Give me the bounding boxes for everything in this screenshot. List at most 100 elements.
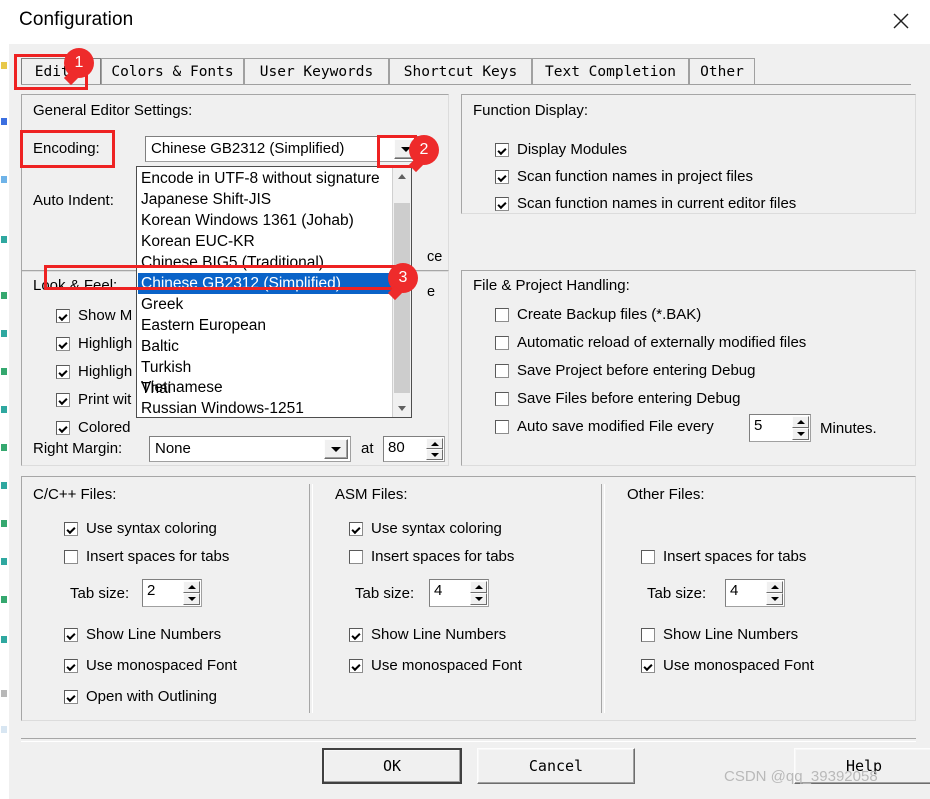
right-margin-at-spinner[interactable]: 80 — [383, 436, 445, 462]
auto-save-minutes-label: Minutes. — [820, 420, 877, 437]
c-show-line-numbers-checkbox[interactable] — [64, 628, 78, 642]
other-tab-size-spinner[interactable]: 4 — [725, 579, 785, 607]
encoding-dropdown-list[interactable]: Encode in UTF-8 without signature Japane… — [136, 166, 412, 418]
asm-show-line-numbers-label: Show Line Numbers — [371, 626, 507, 643]
c-syntax-coloring-checkbox[interactable] — [64, 522, 78, 536]
dropdown-item-11[interactable]: Vietnamese — [138, 377, 392, 398]
asm-monospaced-checkbox[interactable] — [349, 659, 363, 673]
asm-tab-size-spinner-buttons[interactable] — [470, 581, 487, 605]
colored-checkbox[interactable] — [56, 421, 70, 435]
highlight-2-checkbox[interactable] — [56, 365, 70, 379]
asm-show-line-numbers-checkbox[interactable] — [349, 628, 363, 642]
dropdown-item-2[interactable]: Korean Windows 1361 (Johab) — [138, 210, 392, 231]
save-files-debug-checkbox[interactable] — [495, 392, 509, 406]
c-monospaced-checkbox[interactable] — [64, 659, 78, 673]
annotation-box-selected-item — [44, 265, 409, 290]
tab-user-keywords[interactable]: User Keywords — [244, 58, 389, 85]
tab-shortcut-keys[interactable]: Shortcut Keys — [389, 58, 532, 85]
c-tab-size-spinner-buttons[interactable] — [183, 581, 200, 605]
caret-up-icon — [474, 585, 483, 589]
other-show-line-numbers-checkbox[interactable] — [641, 628, 655, 642]
dropdown-item-7[interactable]: Eastern European — [138, 315, 392, 336]
close-button[interactable] — [878, 4, 924, 38]
column-divider-2 — [601, 484, 605, 713]
c-syntax-coloring-label: Use syntax coloring — [86, 520, 217, 537]
create-backup-checkbox[interactable] — [495, 308, 509, 322]
spinner-down-button[interactable] — [426, 449, 443, 460]
auto-reload-checkbox[interactable] — [495, 336, 509, 350]
other-monospaced-checkbox[interactable] — [641, 659, 655, 673]
asm-syntax-coloring-label: Use syntax coloring — [371, 520, 502, 537]
asm-syntax-coloring-checkbox[interactable] — [349, 522, 363, 536]
spinner-up-button[interactable] — [426, 438, 443, 449]
dropdown-item-12[interactable]: Russian Windows-1251 — [138, 398, 392, 417]
save-project-debug-checkbox[interactable] — [495, 364, 509, 378]
spinner-up-button[interactable] — [470, 581, 487, 593]
dialog-body: Editor Colors & Fonts User Keywords Shor… — [9, 44, 930, 799]
spinner-down-button[interactable] — [183, 593, 200, 605]
print-with-checkbox[interactable] — [56, 393, 70, 407]
tab-strip: Editor Colors & Fonts User Keywords Shor… — [21, 58, 911, 85]
show-margin-checkbox[interactable] — [56, 309, 70, 323]
encoding-combobox-value: Chinese GB2312 (Simplified) — [151, 140, 345, 157]
window-title: Configuration — [19, 9, 134, 30]
display-modules-checkbox[interactable] — [495, 143, 509, 157]
scan-project-files-checkbox[interactable] — [495, 170, 509, 184]
spinner-up-button[interactable] — [183, 581, 200, 593]
asm-tab-size-label: Tab size: — [355, 585, 415, 602]
caret-down-icon — [430, 452, 439, 457]
auto-save-spinner-buttons[interactable] — [792, 416, 809, 440]
scrollbar-up-arrow[interactable] — [393, 167, 411, 185]
dropdown-item-6[interactable]: Greek — [138, 294, 392, 315]
other-show-line-numbers-label: Show Line Numbers — [663, 626, 799, 643]
asm-tab-size-spinner[interactable]: 4 — [429, 579, 489, 607]
caret-up-icon — [770, 585, 779, 589]
button-bar-separator — [21, 738, 916, 742]
spinner-up-button[interactable] — [766, 581, 783, 593]
dropdown-item-3[interactable]: Korean EUC-KR — [138, 231, 392, 252]
asm-monospaced-label: Use monospaced Font — [371, 657, 522, 674]
other-tab-size-spinner-buttons[interactable] — [766, 581, 783, 605]
spinner-down-button[interactable] — [470, 593, 487, 605]
c-insert-spaces-checkbox[interactable] — [64, 550, 78, 564]
right-margin-arrow-button[interactable] — [324, 439, 348, 459]
auto-indent-label: Auto Indent: — [33, 192, 114, 209]
tab-strip-underline — [21, 84, 911, 85]
c-files-title: C/C++ Files: — [33, 486, 117, 503]
c-open-outlining-checkbox[interactable] — [64, 690, 78, 704]
print-with-label: Print wit — [78, 391, 132, 408]
auto-indent-partial-text-1: ce — [427, 249, 443, 265]
asm-tab-size-value: 4 — [434, 582, 443, 599]
dropdown-item-0[interactable]: Encode in UTF-8 without signature — [138, 168, 392, 189]
auto-save-minutes-spinner[interactable]: 5 — [749, 414, 811, 442]
auto-save-checkbox[interactable] — [495, 420, 509, 434]
other-insert-spaces-label: Insert spaces for tabs — [663, 548, 807, 565]
tab-text-completion[interactable]: Text Completion — [532, 58, 689, 85]
chevron-down-icon — [331, 446, 341, 452]
other-tab-size-value: 4 — [730, 582, 739, 599]
scan-editor-files-checkbox[interactable] — [495, 197, 509, 211]
tab-colors-fonts[interactable]: Colors & Fonts — [101, 58, 244, 85]
spinner-down-button[interactable] — [792, 428, 809, 440]
c-tab-size-spinner[interactable]: 2 — [142, 579, 202, 607]
spinner-up-button[interactable] — [792, 416, 809, 428]
dropdown-item-9[interactable]: Turkish — [138, 357, 392, 378]
caret-up-icon — [796, 420, 805, 424]
other-insert-spaces-checkbox[interactable] — [641, 550, 655, 564]
asm-insert-spaces-label: Insert spaces for tabs — [371, 548, 515, 565]
dropdown-item-1[interactable]: Japanese Shift-JIS — [138, 189, 392, 210]
cancel-button[interactable]: Cancel — [477, 748, 635, 784]
spinner-down-button[interactable] — [766, 593, 783, 605]
highlight-1-checkbox[interactable] — [56, 337, 70, 351]
ok-button[interactable]: OK — [322, 748, 462, 784]
right-margin-combobox[interactable]: None — [149, 436, 351, 462]
asm-insert-spaces-checkbox[interactable] — [349, 550, 363, 564]
tab-other[interactable]: Other — [689, 58, 755, 85]
scrollbar-down-arrow[interactable] — [393, 399, 411, 417]
dropdown-item-8[interactable]: Baltic — [138, 336, 392, 357]
annotation-badge-1: 1 — [63, 48, 94, 86]
right-margin-at-spinner-buttons[interactable] — [426, 438, 443, 460]
caret-up-icon — [430, 441, 439, 446]
c-show-line-numbers-label: Show Line Numbers — [86, 626, 222, 643]
other-tab-size-label: Tab size: — [647, 585, 707, 602]
